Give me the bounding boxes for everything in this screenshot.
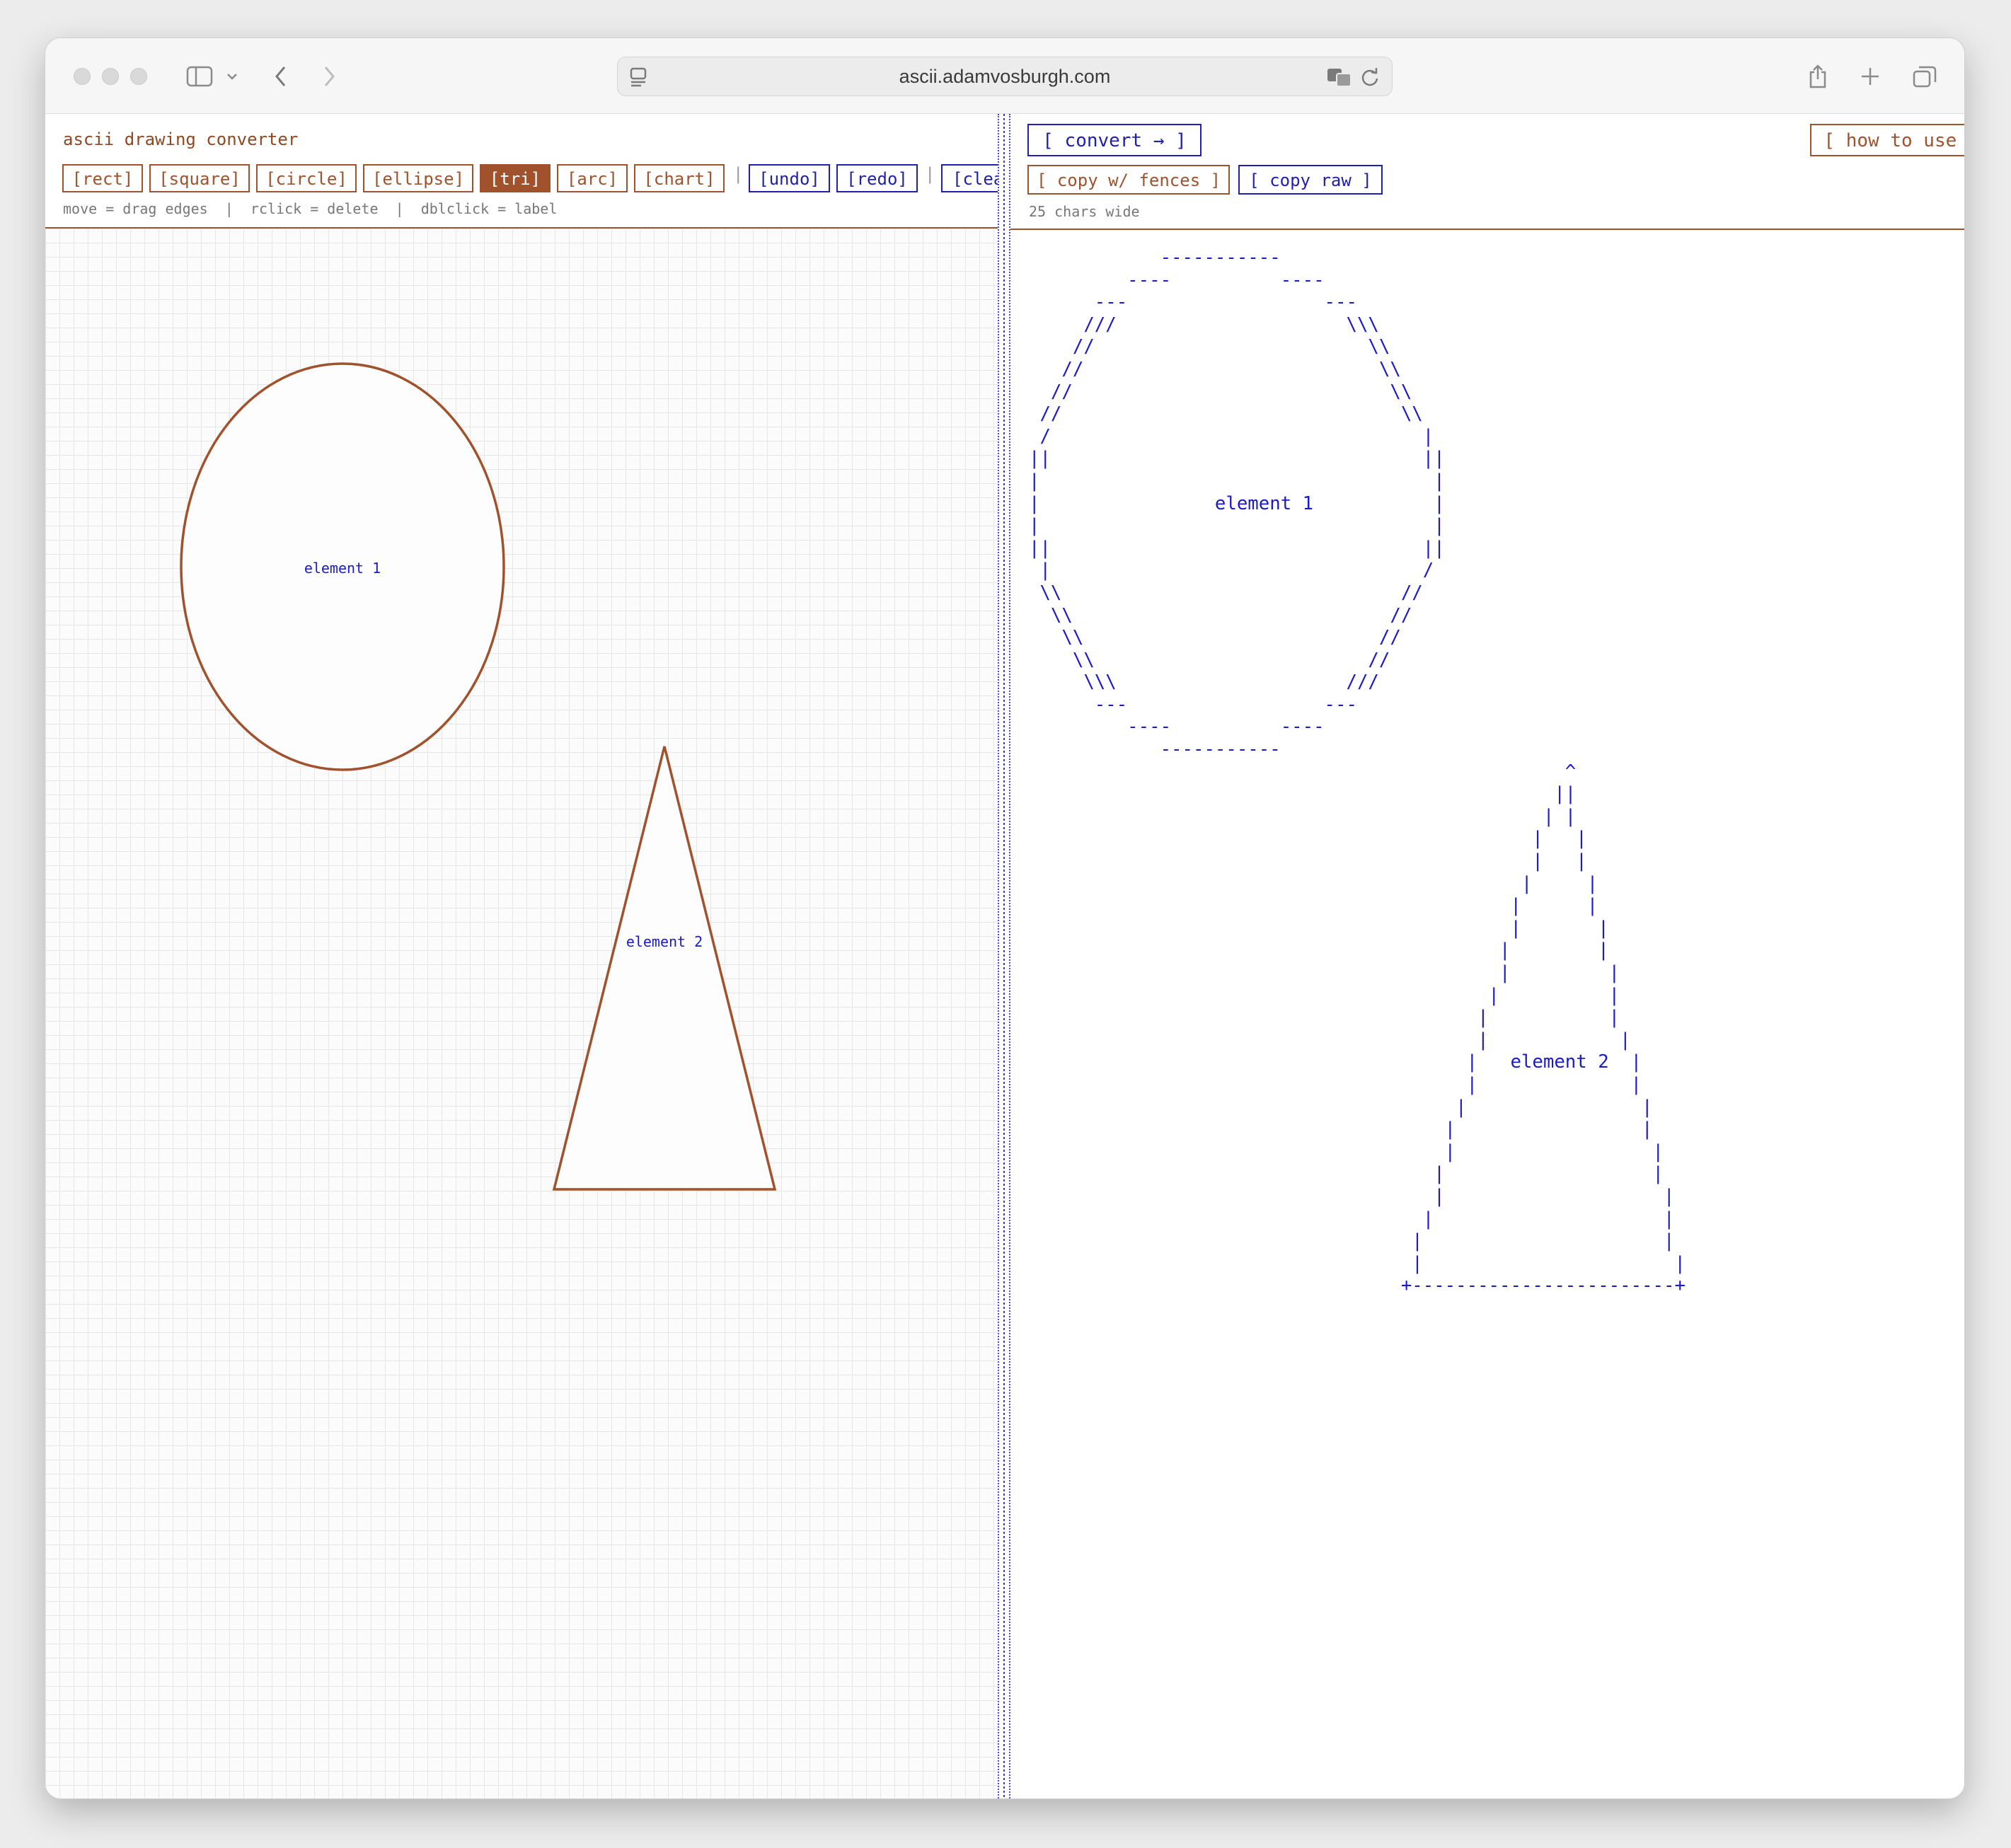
reload-icon[interactable]	[1358, 63, 1382, 91]
back-icon[interactable]	[270, 62, 292, 91]
toolbar-separator: |	[733, 164, 744, 184]
toolbar-separator: |	[925, 164, 935, 184]
interaction-hint: move = drag edges | rclick = delete | db…	[63, 200, 558, 217]
canvas-svg: element 1 element 2	[180, 362, 777, 1191]
output-panel: [ convert → ] [ how to use ] [ copy w/ f…	[1010, 114, 1964, 1798]
element-2-label: element 2	[626, 933, 703, 950]
tool-square-button[interactable]: [square]	[149, 164, 250, 192]
chevron-down-icon[interactable]	[224, 62, 241, 91]
drawing-panel: ascii drawing converter [rect] [square] …	[45, 114, 1024, 1798]
page-content: ascii drawing converter [rect] [square] …	[45, 114, 1964, 1798]
drawing-canvas[interactable]: element 1 element 2	[45, 229, 998, 1798]
app-title: ascii drawing converter	[63, 129, 299, 149]
sidebar-icon[interactable]	[184, 62, 215, 91]
convert-button[interactable]: [ convert → ]	[1027, 124, 1202, 156]
undo-button[interactable]: [undo]	[749, 164, 830, 192]
tool-ellipse-button[interactable]: [ellipse]	[363, 164, 473, 192]
tool-arc-button[interactable]: [arc]	[557, 164, 628, 192]
width-info: 25 chars wide	[1029, 203, 1140, 220]
redo-button[interactable]: [redo]	[836, 164, 918, 192]
close-window-icon[interactable]	[74, 68, 91, 85]
tab-overview-icon[interactable]	[1911, 62, 1939, 91]
panel-resize-divider[interactable]	[998, 114, 1010, 1798]
drawing-toolbar: ascii drawing converter [rect] [square] …	[45, 114, 1024, 229]
browser-window: ascii.adamvosburgh.com ascii drawing con…	[45, 38, 1964, 1798]
share-icon[interactable]	[1806, 62, 1830, 91]
copy-with-fences-button[interactable]: [ copy w/ fences ]	[1027, 165, 1230, 195]
zoom-window-icon[interactable]	[130, 68, 147, 85]
forward-icon[interactable]	[318, 62, 340, 91]
browser-titlebar: ascii.adamvosburgh.com	[45, 38, 1964, 114]
tool-chart-button[interactable]: [chart]	[634, 164, 725, 192]
translate-icon[interactable]	[1325, 63, 1354, 91]
how-to-use-button[interactable]: [ how to use ]	[1810, 124, 1964, 156]
ascii-output[interactable]: ----------- ---- ---- --- --- /// \\\ //…	[1029, 247, 1686, 1298]
url-text[interactable]: ascii.adamvosburgh.com	[618, 57, 1392, 96]
element-2-triangle[interactable]	[552, 746, 777, 1191]
address-bar[interactable]: ascii.adamvosburgh.com	[617, 57, 1393, 96]
minimize-window-icon[interactable]	[102, 68, 119, 85]
copy-raw-button[interactable]: [ copy raw ]	[1238, 165, 1383, 195]
new-tab-icon[interactable]	[1858, 62, 1882, 91]
tool-tri-button[interactable]: [tri]	[480, 164, 551, 192]
tool-rect-button[interactable]: [rect]	[62, 164, 143, 192]
element-1-label: element 1	[304, 560, 381, 577]
tool-circle-button[interactable]: [circle]	[256, 164, 357, 192]
output-toolbar: [ convert → ] [ how to use ] [ copy w/ f…	[1010, 114, 1964, 230]
